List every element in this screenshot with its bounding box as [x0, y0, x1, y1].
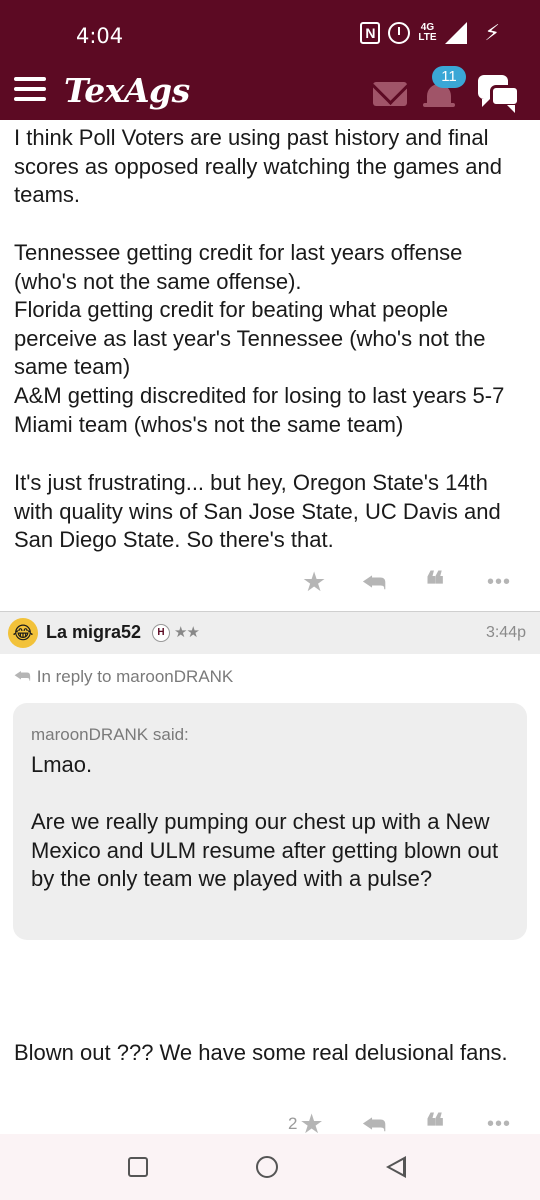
mail-icon[interactable] [373, 82, 407, 106]
post-paragraph: Florida getting credit for beating what … [14, 297, 486, 380]
system-nav-bar [0, 1134, 540, 1200]
home-icon[interactable] [256, 1156, 278, 1178]
username[interactable]: La migra52 [46, 622, 141, 643]
status-icons: N 4G LTE ⚡ [360, 22, 500, 44]
quote-author: maroonDRANK said: [31, 725, 189, 744]
signal-icon [444, 22, 467, 44]
avatar[interactable]: 😂 [8, 618, 38, 648]
more-icon[interactable]: ••• [487, 562, 511, 602]
post-paragraph: A&M getting discredited for losing to la… [14, 383, 505, 437]
texags-logo[interactable]: TexAgs [64, 71, 190, 110]
menu-icon[interactable] [14, 77, 46, 103]
quote-icon[interactable]: ❝ [425, 562, 444, 608]
star-count: 2 [288, 1114, 298, 1133]
post-header: 😂 La migra52 H ★★ 3:44p [0, 612, 540, 654]
post-paragraph: I think Poll Voters are using past histo… [14, 125, 502, 208]
post-actions: ★ ⮪ ❝ ••• [0, 562, 540, 606]
status-time: 4:04 [76, 24, 124, 48]
network-type-icon: 4G LTE [418, 22, 437, 43]
recents-icon[interactable] [128, 1157, 148, 1177]
back-icon[interactable] [386, 1156, 406, 1178]
reply-to-label: In reply to maroonDRANK [36, 666, 234, 686]
star-icon[interactable]: ★ [302, 562, 326, 602]
charging-icon: ⚡ [484, 20, 500, 45]
reply-arrow-icon: ⮪ [14, 666, 31, 686]
post-paragraph: Blown out ??? We have some real delusion… [14, 1040, 508, 1065]
reply-to-link[interactable]: ⮪ In reply to maroonDRANK [14, 666, 233, 687]
reply-icon[interactable]: ⮪ [362, 562, 386, 602]
notification-badge: 11 [432, 66, 466, 88]
post-paragraph: Tennessee getting credit for last years … [14, 240, 463, 294]
alarm-icon [388, 22, 411, 44]
chat-icon[interactable] [474, 73, 522, 113]
post-time: 3:44p [485, 624, 526, 641]
status-bar: 4:04 N 4G LTE ⚡ [0, 0, 540, 62]
member-badge: H [152, 624, 170, 642]
nfc-icon: N [360, 22, 381, 44]
quote-line: Are we really pumping our chest up with … [31, 809, 499, 892]
quote-block: maroonDRANK said: Lmao. Are we really pu… [13, 703, 527, 940]
quote-line: Lmao. [31, 752, 93, 777]
post-paragraph: It's just frustrating... but hey, Oregon… [14, 470, 501, 553]
rank-stars: ★★ [174, 624, 200, 641]
